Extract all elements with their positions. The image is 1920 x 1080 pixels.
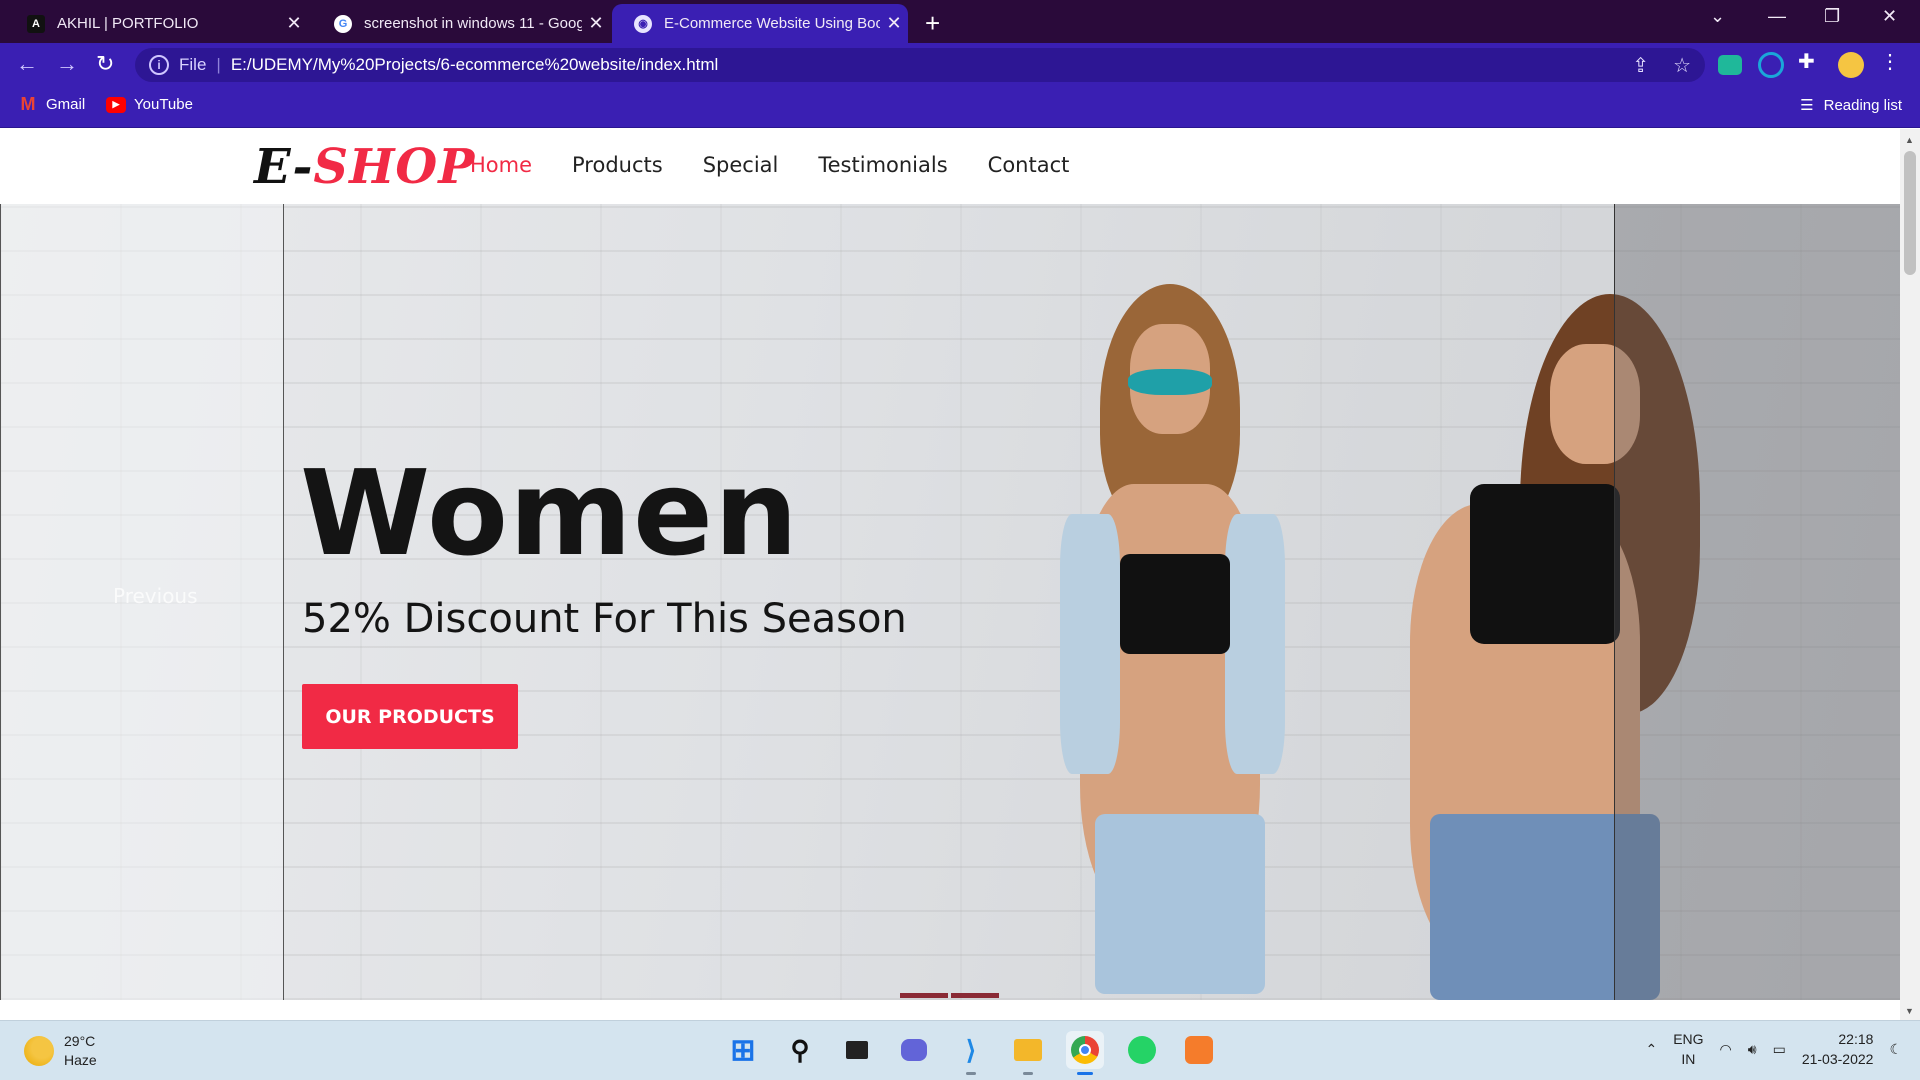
windows-taskbar: 29°C Haze ⊞ ⚲ ⟩ ⌃ ENG IN ◠ 🔊︎ ▭ 22:18 21… [0, 1020, 1920, 1080]
close-window-icon[interactable]: ✕ [1882, 6, 1897, 27]
reading-list-button[interactable]: ☰ Reading list [1800, 96, 1902, 115]
extension-edge-icon[interactable] [1758, 52, 1784, 78]
scroll-down-icon[interactable]: ▼ [1905, 1006, 1914, 1016]
tab-google-search[interactable]: G screenshot in windows 11 - Goog ✕ [312, 4, 610, 43]
focus-assist-icon[interactable]: ☾ [1889, 1041, 1902, 1058]
reload-icon[interactable]: ↻ [96, 51, 114, 77]
logo-prefix: E- [254, 139, 314, 195]
carousel-next-control[interactable] [1614, 204, 1900, 1000]
close-tab-icon[interactable]: ✕ [280, 13, 308, 34]
chrome-icon[interactable] [1066, 1031, 1104, 1075]
share-icon[interactable]: ⇪ [1632, 53, 1649, 78]
portfolio-favicon-icon: A [27, 14, 45, 33]
separator: | [216, 55, 221, 74]
menu-kebab-icon[interactable]: ⋮ [1880, 49, 1906, 75]
back-icon[interactable]: ← [16, 51, 38, 77]
carousel-indicator[interactable] [951, 993, 999, 998]
address-bar[interactable]: i File | E:/UDEMY/My%20Projects/6-ecomme… [135, 48, 1705, 82]
tab-bar: A AKHIL | PORTFOLIO ✕ G screenshot in wi… [0, 0, 1920, 43]
nav-products[interactable]: Products [572, 153, 663, 177]
page-scrollbar[interactable]: ▲ ▼ [1900, 129, 1920, 1020]
language-indicator[interactable]: ENG IN [1673, 1029, 1703, 1069]
hero-model-image [1020, 284, 1320, 1000]
our-products-button[interactable]: OUR PRODUCTS [302, 684, 518, 749]
extension-battery-icon[interactable] [1718, 55, 1742, 75]
youtube-icon: ▶ [106, 96, 126, 113]
tab-ecommerce[interactable]: ◉ E-Commerce Website Using Boot ✕ [612, 4, 908, 43]
file-explorer-icon[interactable] [1009, 1031, 1047, 1075]
battery-icon[interactable]: ▭ [1773, 1041, 1786, 1058]
wifi-icon[interactable]: ◠ [1720, 1041, 1732, 1058]
info-icon[interactable]: i [149, 55, 169, 75]
weather-widget[interactable]: 29°C Haze [24, 1032, 97, 1070]
globe-icon: ◉ [634, 14, 652, 33]
clock[interactable]: 22:18 21-03-2022 [1802, 1029, 1874, 1069]
url-text[interactable]: E:/UDEMY/My%20Projects/6-ecommerce%20web… [231, 55, 719, 75]
extensions-puzzle-icon[interactable]: ✚ [1798, 49, 1824, 75]
clock-date: 21-03-2022 [1801, 1051, 1874, 1067]
search-icon[interactable]: ⚲ [781, 1031, 819, 1069]
google-favicon-icon: G [334, 14, 352, 33]
tab-title: AKHIL | PORTFOLIO [57, 15, 199, 32]
system-tray: ⌃ ENG IN ◠ 🔊︎ ▭ 22:18 21-03-2022 ☾ [1645, 1029, 1902, 1069]
taskbar-apps: ⊞ ⚲ ⟩ [724, 1031, 1218, 1075]
bookmark-label: YouTube [134, 96, 193, 113]
weather-moon-icon [24, 1036, 54, 1066]
profile-avatar[interactable] [1838, 52, 1864, 78]
nav-links: Home Products Special Testimonials Conta… [470, 153, 1069, 177]
prev-label: Previous [113, 584, 198, 608]
weather-temp: 29°C [64, 1033, 96, 1049]
omnibox-actions: ⇪ ☆ [1632, 53, 1691, 78]
site-navbar: E-SHOP Home Products Special Testimonial… [0, 129, 1900, 204]
restore-icon[interactable]: ❐ [1824, 6, 1840, 27]
task-view-icon[interactable] [838, 1031, 876, 1069]
reading-list-icon: ☰ [1800, 97, 1814, 114]
tab-portfolio[interactable]: A AKHIL | PORTFOLIO ✕ [5, 4, 308, 43]
tab-title: screenshot in windows 11 - Goog [364, 15, 582, 32]
bookmark-gmail[interactable]: M Gmail [18, 94, 86, 114]
xampp-icon[interactable] [1180, 1031, 1218, 1069]
hero-carousel: Previous Women 52% Discount For This Sea… [0, 204, 1900, 1000]
tab-search-icon[interactable]: ⌄ [1710, 6, 1725, 27]
region-code: IN [1681, 1051, 1696, 1067]
lang-code: ENG [1673, 1031, 1704, 1047]
browser-toolbar: ← → ↻ i File | E:/UDEMY/My%20Projects/6-… [0, 43, 1920, 86]
minimize-icon[interactable]: — [1768, 6, 1786, 27]
weather-desc: Haze [64, 1052, 97, 1068]
new-tab-icon[interactable]: + [925, 8, 940, 39]
hero-subtitle: 52% Discount For This Season [302, 596, 907, 642]
hero-title: Women [300, 444, 800, 582]
nav-home[interactable]: Home [470, 153, 532, 177]
tab-title: E-Commerce Website Using Boot [664, 15, 880, 32]
clock-time: 22:18 [1838, 1031, 1874, 1047]
nav-testimonials[interactable]: Testimonials [818, 153, 947, 177]
start-icon[interactable]: ⊞ [724, 1031, 762, 1069]
vscode-icon[interactable]: ⟩ [952, 1031, 990, 1075]
show-hidden-icons-icon[interactable]: ⌃ [1645, 1041, 1657, 1058]
scrollbar-thumb[interactable] [1904, 151, 1916, 275]
logo-suffix: SHOP [313, 139, 476, 195]
bookmark-star-icon[interactable]: ☆ [1673, 53, 1691, 78]
scheme-label: File [179, 55, 207, 74]
carousel-indicators [900, 993, 999, 998]
bookmark-label: Gmail [46, 96, 86, 113]
bookmark-youtube[interactable]: ▶ YouTube [106, 96, 193, 113]
site-logo[interactable]: E-SHOP [254, 139, 475, 195]
forward-icon[interactable]: → [56, 51, 78, 77]
whatsapp-icon[interactable] [1123, 1031, 1161, 1069]
gmail-icon: M [20, 94, 36, 114]
chat-icon[interactable] [895, 1031, 933, 1069]
reading-list-label: Reading list [1823, 96, 1902, 114]
bookmarks-bar: M Gmail ▶ YouTube ☰ Reading list [0, 86, 1920, 128]
web-page: E-SHOP Home Products Special Testimonial… [0, 129, 1900, 1020]
carousel-indicator[interactable] [900, 993, 948, 998]
scroll-up-icon[interactable]: ▲ [1905, 135, 1914, 145]
nav-special[interactable]: Special [703, 153, 779, 177]
carousel-prev-control[interactable]: Previous [0, 204, 284, 1000]
close-tab-icon[interactable]: ✕ [582, 13, 610, 34]
volume-icon[interactable]: 🔊︎ [1748, 1041, 1757, 1058]
close-tab-icon[interactable]: ✕ [880, 13, 908, 34]
nav-contact[interactable]: Contact [988, 153, 1070, 177]
